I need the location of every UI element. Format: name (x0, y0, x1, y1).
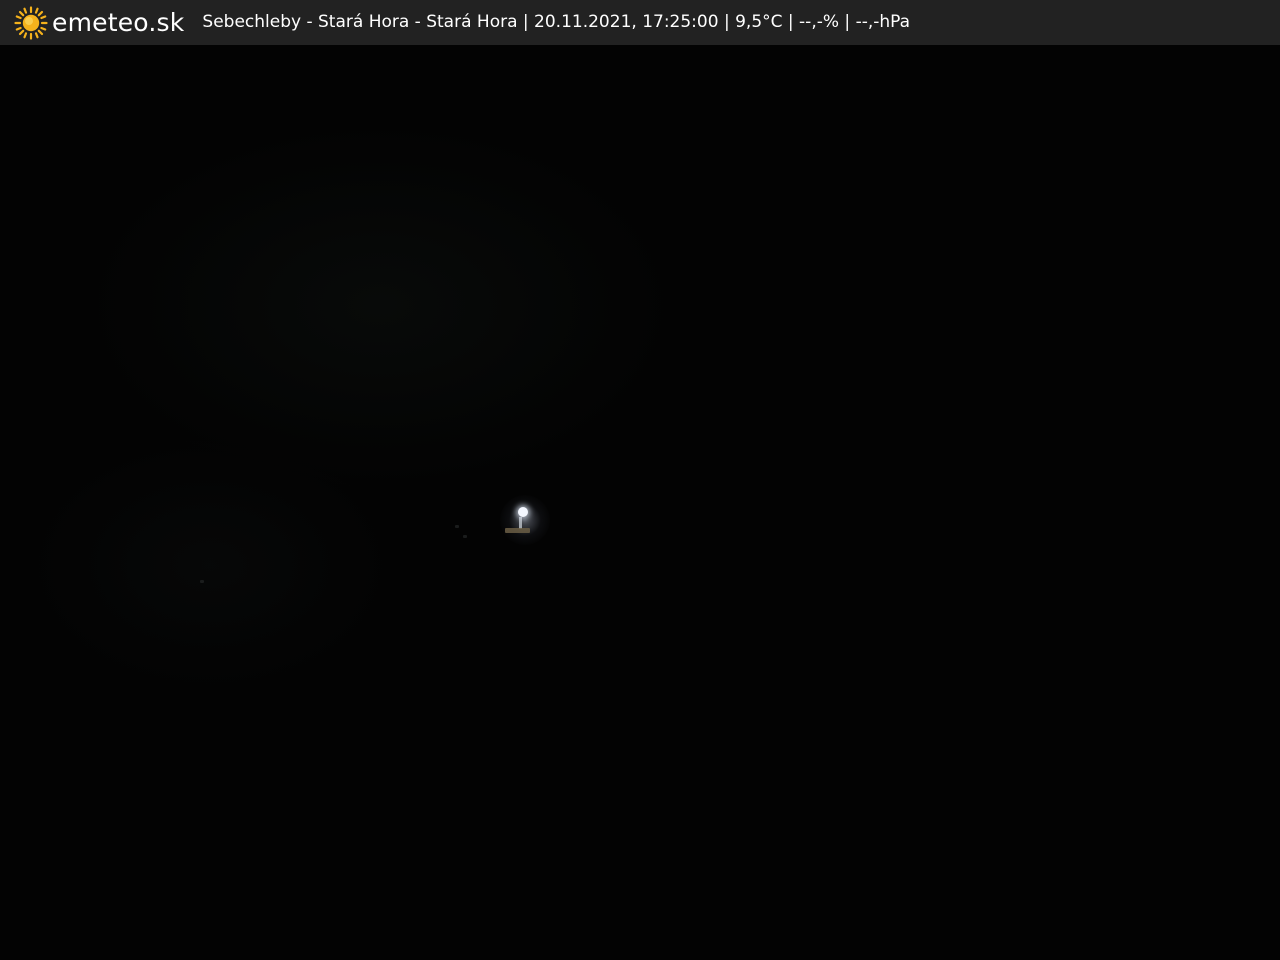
separator: | (782, 12, 800, 32)
caption-bar: emeteo.sk Sebechleby - Stará Hora - Star… (0, 0, 1280, 45)
station-caption: Sebechleby - Stará Hora - Stará Hora | 2… (202, 0, 910, 45)
dark-detail (200, 580, 204, 583)
street-light-bulb (518, 507, 528, 517)
lit-building (505, 528, 530, 533)
timestamp: 20.11.2021, 17:25:00 (534, 12, 719, 32)
dark-detail (455, 525, 459, 528)
pressure-value: --,-hPa (855, 12, 911, 32)
dark-detail (463, 535, 467, 538)
webcam-image (0, 45, 1280, 960)
light-glow (500, 495, 550, 545)
humidity-value: --,-% (799, 12, 840, 32)
separator: | (517, 12, 535, 32)
brand-name: emeteo.sk (52, 8, 185, 37)
emeteo-logo[interactable]: emeteo.sk (14, 0, 184, 45)
separator: | (839, 12, 856, 32)
webcam-frame: emeteo.sk Sebechleby - Stará Hora - Star… (0, 0, 1280, 960)
temperature-value: 9,5°C (735, 12, 783, 32)
sun-icon (14, 5, 48, 40)
separator: | (718, 12, 736, 32)
station-location: Sebechleby - Stará Hora - Stará Hora (202, 12, 518, 32)
